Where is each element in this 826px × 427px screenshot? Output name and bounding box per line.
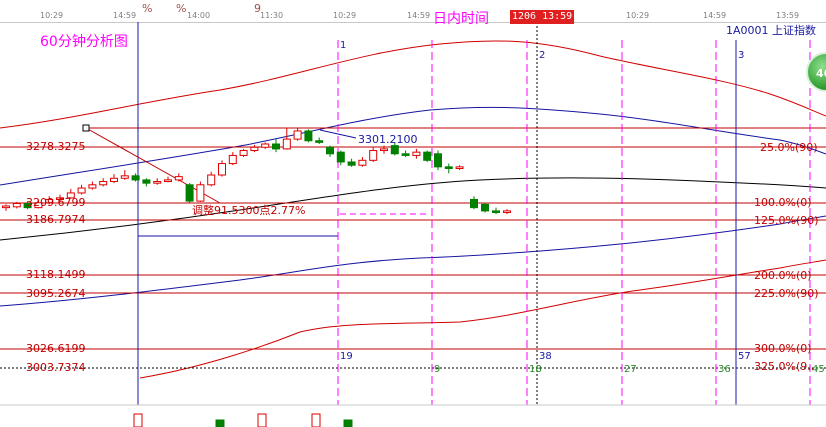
cycle-marker-bottom: 36 bbox=[718, 364, 731, 375]
candle-body bbox=[120, 175, 129, 179]
candle-body bbox=[164, 179, 172, 183]
volume-group bbox=[133, 413, 353, 427]
candle-body bbox=[503, 210, 511, 214]
cycle-marker-bottom: 18 bbox=[529, 364, 542, 375]
index-name[interactable]: 1A0001 上证指数 bbox=[726, 22, 816, 38]
intraday-time-label[interactable]: 日内时间 bbox=[433, 8, 489, 28]
candle-body bbox=[207, 174, 216, 186]
candle-body bbox=[185, 184, 194, 202]
candle-body bbox=[423, 151, 432, 161]
candle-body bbox=[272, 143, 280, 150]
candle-body bbox=[239, 150, 248, 156]
candle-body bbox=[390, 145, 399, 155]
price-level-label: 3026.6199 bbox=[26, 342, 86, 355]
candle-body bbox=[261, 143, 270, 148]
candle-body bbox=[228, 154, 237, 165]
fib-percent-label: 325.0%(9... bbox=[754, 360, 818, 373]
candle-body bbox=[434, 153, 442, 168]
volume-bar bbox=[133, 413, 143, 427]
cycle-marker-bottom: 19 bbox=[340, 351, 353, 362]
candle-body bbox=[326, 146, 334, 155]
volume-bar bbox=[311, 413, 321, 427]
chart-window[interactable]: % % 9 10:29 14:59 14:00 11:30 10:29 14:5… bbox=[0, 0, 826, 427]
cycle-marker-bottom: 57 bbox=[738, 351, 751, 362]
candle-body bbox=[481, 203, 489, 212]
candle-body bbox=[412, 151, 421, 156]
price-level-label: 3003.7374 bbox=[26, 361, 86, 374]
middle-black-line bbox=[0, 177, 826, 241]
price-level-label: 3209.6799 bbox=[26, 196, 86, 209]
candle-body bbox=[358, 159, 367, 166]
upper-red-channel bbox=[0, 40, 826, 129]
candle-body bbox=[304, 130, 313, 142]
candle-body bbox=[12, 203, 21, 208]
candle-body bbox=[336, 151, 345, 163]
trend-anchor bbox=[82, 124, 90, 132]
chart-title: 60分钟分析图 bbox=[40, 34, 128, 50]
cycle-marker-top: 2 bbox=[539, 50, 546, 61]
fib-percent-label: 25.0%(90) bbox=[760, 141, 818, 154]
cycle-marker-bottom: 38 bbox=[539, 351, 552, 362]
date-badge: 1206 13:59 bbox=[510, 10, 575, 24]
candle-body bbox=[492, 210, 500, 214]
volume-bar bbox=[215, 419, 225, 427]
candle-body bbox=[88, 184, 97, 189]
candle-body bbox=[444, 166, 453, 169]
lower-red-channel bbox=[139, 259, 826, 379]
candle-body bbox=[77, 187, 86, 194]
fib-percent-label: 225.0%(90) bbox=[754, 287, 819, 300]
candle-body bbox=[380, 148, 388, 152]
price-level-label: 3095.2674 bbox=[26, 287, 86, 300]
candle-body bbox=[218, 163, 226, 176]
candle-body bbox=[131, 175, 140, 181]
high-price-annotation: 3301.2100 bbox=[358, 133, 418, 146]
candle-body bbox=[347, 161, 356, 166]
candlestick-chart[interactable] bbox=[0, 0, 826, 427]
candle-body bbox=[293, 130, 302, 140]
fib-percent-label: 200.0%(0) bbox=[754, 269, 812, 282]
fib-percent-label: 100.0%(0) bbox=[754, 196, 812, 209]
price-level-label: 3186.7974 bbox=[26, 213, 86, 226]
cycle-marker-top: 1 bbox=[340, 40, 347, 51]
candle-body bbox=[455, 166, 464, 169]
candle-body bbox=[470, 198, 478, 209]
candle-body bbox=[174, 176, 183, 181]
cycle-marker-bottom: 27 bbox=[624, 364, 637, 375]
adjustment-annotation: 调整91.5300点2.77% bbox=[192, 204, 306, 217]
candle-body bbox=[110, 177, 118, 183]
candle-body bbox=[2, 205, 10, 209]
candle-body bbox=[99, 181, 108, 186]
volume-bar bbox=[343, 419, 353, 427]
volume-bar bbox=[257, 413, 267, 427]
candle-body bbox=[369, 150, 378, 161]
candle-body bbox=[142, 179, 151, 184]
candle-body bbox=[282, 138, 291, 150]
candle-body bbox=[196, 184, 205, 202]
candle-body bbox=[250, 146, 259, 152]
upper-blue-channel bbox=[0, 106, 826, 186]
cycle-marker-top: 3 bbox=[738, 50, 745, 61]
cycle-marker-bottom: 45 bbox=[812, 364, 825, 375]
cycle-marker-bottom: 9 bbox=[434, 364, 441, 375]
candle-body bbox=[153, 181, 162, 184]
fib-percent-label: 300.0%(0) bbox=[754, 342, 812, 355]
price-level-label: 3278.3275 bbox=[26, 140, 86, 153]
fib-percent-label: 125.0%(90) bbox=[754, 214, 819, 227]
candle-body bbox=[401, 153, 410, 156]
candle-body bbox=[315, 140, 324, 143]
price-level-label: 3118.1499 bbox=[26, 268, 86, 281]
